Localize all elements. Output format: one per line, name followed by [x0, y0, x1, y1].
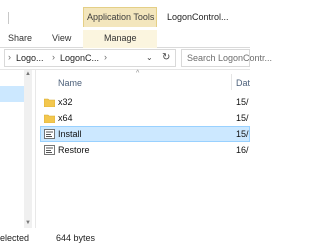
application-tools-label: Application Tools [87, 12, 155, 22]
tab-share[interactable]: Share [8, 33, 32, 43]
scroll-up-icon[interactable]: ▲ [25, 71, 31, 77]
file-date: 15/ [236, 97, 249, 107]
sort-indicator-icon: ^ [136, 70, 140, 77]
column-header-date[interactable]: Dat [236, 78, 250, 88]
refresh-icon[interactable]: ↻ [162, 52, 170, 63]
file-date: 15/ [236, 113, 249, 123]
scroll-down-icon[interactable]: ▼ [25, 220, 31, 226]
breadcrumb-item[interactable]: LogonC... [60, 53, 99, 63]
column-divider[interactable] [231, 74, 232, 90]
address-dropdown-icon[interactable]: ⌄ [146, 53, 153, 62]
file-name: x64 [58, 113, 73, 123]
file-date: 16/ [236, 145, 249, 155]
file-name: x32 [58, 97, 73, 107]
search-placeholder: Search LogonContr... [187, 53, 273, 63]
nav-selected-item[interactable] [0, 86, 24, 102]
folder-icon [43, 98, 56, 108]
nav-scrollbar[interactable] [24, 70, 32, 228]
status-size: 644 bytes [56, 233, 96, 243]
file-date: 15/ [236, 129, 249, 139]
column-header-name[interactable]: Name [58, 78, 82, 88]
script-icon [44, 129, 55, 139]
quick-access-divider [8, 12, 9, 24]
breadcrumb-chevron-icon[interactable]: › [104, 52, 107, 62]
breadcrumb-item[interactable]: Logo... [16, 53, 44, 63]
folder-icon [43, 114, 56, 124]
tab-manage[interactable]: Manage [104, 33, 137, 43]
file-name: Restore [58, 145, 90, 155]
status-bar [0, 228, 250, 250]
breadcrumb-chevron-icon[interactable]: › [8, 52, 11, 62]
pane-splitter[interactable] [35, 70, 36, 228]
tab-view[interactable]: View [52, 33, 71, 43]
status-selected-count: elected [0, 233, 30, 243]
file-name: Install [58, 129, 82, 139]
window-title: LogonControl... [167, 12, 229, 22]
script-icon [44, 145, 55, 155]
breadcrumb-chevron-icon[interactable]: › [52, 52, 55, 62]
